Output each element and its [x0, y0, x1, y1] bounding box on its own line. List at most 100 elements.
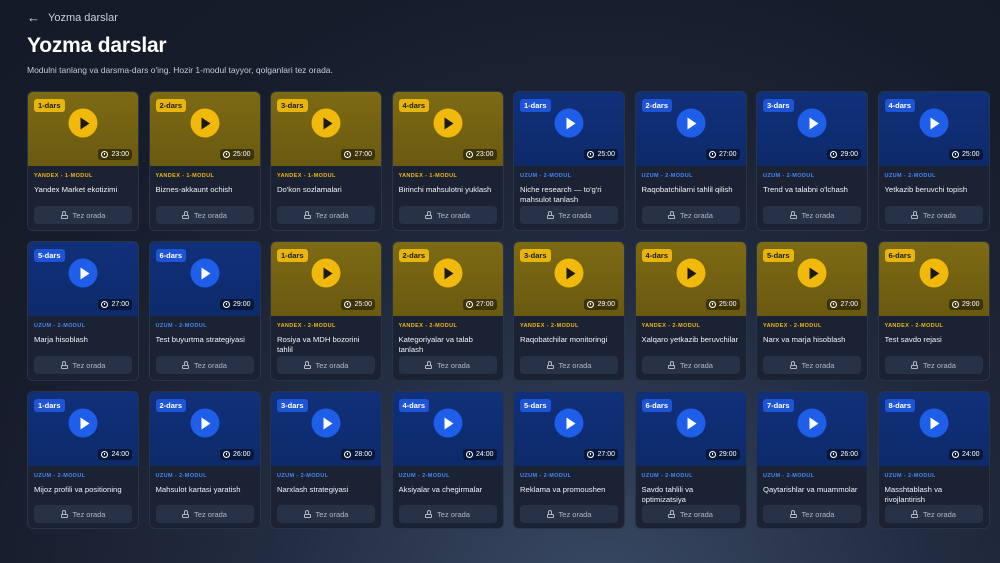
coming-soon-button[interactable]: Tez orada — [34, 505, 132, 523]
lesson-card[interactable]: 6-dars 29:00 UZUM - 2-MODUL Savdo tahlili v… — [634, 391, 747, 529]
play-button[interactable] — [919, 408, 948, 438]
duration-badge: 28:00 — [341, 449, 375, 460]
lesson-card[interactable]: 4-dars 25:00 UZUM - 2-MODUL Yetkazib beruvc… — [877, 91, 990, 231]
coming-soon-button[interactable]: Tez orada — [155, 356, 254, 374]
lesson-thumbnail[interactable]: 5-dars 27:00 — [28, 242, 138, 316]
coming-soon-button[interactable]: Tez orada — [520, 505, 618, 523]
coming-soon-button[interactable]: Tez orada — [520, 356, 618, 374]
play-button[interactable] — [676, 408, 705, 438]
play-button[interactable] — [919, 258, 948, 288]
lesson-thumbnail[interactable]: 3-dars 29:00 — [757, 92, 867, 166]
play-button[interactable] — [919, 108, 948, 138]
play-button[interactable] — [554, 258, 584, 288]
coming-soon-button[interactable]: Tez orada — [155, 206, 254, 224]
play-button[interactable] — [433, 408, 462, 438]
coming-soon-button[interactable]: Tez orada — [277, 505, 375, 523]
lesson-card[interactable]: 1-dars 25:00 YANDEX - 2-MODUL Rosiya va MDH… — [270, 241, 382, 381]
coming-soon-button[interactable]: Tez orada — [763, 206, 861, 224]
lesson-card[interactable]: 2-dars 27:00 UZUM - 2-MODUL Raqobatchilarni… — [634, 91, 747, 231]
play-button[interactable] — [190, 108, 219, 138]
lesson-card[interactable]: 3-dars 27:00 YANDEX - 1-MODUL Do'kon sozlam… — [270, 91, 382, 231]
coming-soon-button[interactable]: Tez orada — [277, 356, 375, 374]
play-button[interactable] — [311, 108, 341, 138]
play-button[interactable] — [433, 258, 462, 288]
lesson-thumbnail[interactable]: 2-dars 25:00 — [149, 92, 260, 166]
coming-soon-button[interactable]: Tez orada — [520, 206, 618, 224]
lesson-thumbnail[interactable]: 2-dars 27:00 — [392, 242, 503, 316]
coming-soon-button[interactable]: Tez orada — [155, 505, 254, 523]
lesson-thumbnail[interactable]: 2-dars 27:00 — [635, 92, 746, 166]
coming-soon-button[interactable]: Tez orada — [277, 206, 375, 224]
lesson-thumbnail[interactable]: 6-dars 29:00 — [878, 242, 989, 316]
duration-badge: 24:00 — [462, 449, 497, 460]
lesson-card[interactable]: 5-dars 27:00 YANDEX - 2-MODUL Narx va marja… — [756, 241, 868, 381]
lesson-card[interactable]: 1-dars 23:00 YANDEX - 1-MODUL Yandex Market… — [27, 91, 139, 231]
lesson-card[interactable]: 3-dars 29:00 UZUM - 2-MODUL Trend va talabn… — [756, 91, 868, 231]
play-button[interactable] — [797, 258, 827, 288]
play-button[interactable] — [68, 108, 98, 138]
lesson-card[interactable]: 2-dars 26:00 UZUM - 2-MODUL Mahsulot kartas… — [148, 391, 261, 529]
lesson-card[interactable]: 4-dars 24:00 UZUM - 2-MODUL Aksiyalar va ch… — [391, 391, 504, 529]
play-button[interactable] — [190, 258, 219, 288]
play-button[interactable] — [190, 408, 219, 438]
coming-soon-button[interactable]: Tez orada — [763, 356, 861, 374]
lesson-card[interactable]: 3-dars 29:00 YANDEX - 2-MODUL Raqobatchilar… — [513, 241, 625, 381]
play-button[interactable] — [68, 258, 98, 288]
coming-soon-button[interactable]: Tez orada — [398, 356, 497, 374]
play-button[interactable] — [68, 408, 98, 438]
play-button[interactable] — [311, 258, 341, 288]
lesson-card[interactable]: 4-dars 25:00 YANDEX - 2-MODUL Xalqaro yetka… — [634, 241, 747, 381]
lesson-card[interactable]: 2-dars 27:00 YANDEX - 2-MODUL Kategoriyalar… — [391, 241, 504, 381]
play-button[interactable] — [676, 258, 705, 288]
coming-soon-button[interactable]: Tez orada — [884, 356, 983, 374]
lesson-thumbnail[interactable]: 1-dars 25:00 — [271, 242, 381, 316]
play-button[interactable] — [311, 408, 341, 438]
lesson-thumbnail[interactable]: 7-dars 26:00 — [757, 392, 867, 466]
lesson-card[interactable]: 8-dars 24:00 UZUM - 2-MODUL Masshtablash va… — [877, 391, 990, 529]
lesson-thumbnail[interactable]: 6-dars 29:00 — [635, 392, 746, 466]
lesson-thumbnail[interactable]: 5-dars 27:00 — [514, 392, 624, 466]
back-link[interactable]: ← Yozma darslar — [27, 11, 118, 24]
coming-soon-button[interactable]: Tez orada — [641, 206, 740, 224]
lesson-thumbnail[interactable]: 1-dars 24:00 — [28, 392, 138, 466]
coming-soon-button[interactable]: Tez orada — [884, 206, 983, 224]
coming-soon-button[interactable]: Tez orada — [763, 505, 861, 523]
lesson-card[interactable]: 2-dars 25:00 YANDEX - 1-MODUL Biznes-akkaun… — [148, 91, 261, 231]
lesson-thumbnail[interactable]: 4-dars 24:00 — [392, 392, 503, 466]
coming-soon-button[interactable]: Tez orada — [884, 505, 983, 523]
coming-soon-button[interactable]: Tez orada — [641, 356, 740, 374]
lesson-thumbnail[interactable]: 4-dars 23:00 — [392, 92, 503, 166]
lesson-card[interactable]: 5-dars 27:00 UZUM - 2-MODUL Marja hisoblash… — [27, 241, 139, 381]
coming-soon-button[interactable]: Tez orada — [398, 505, 497, 523]
lesson-thumbnail[interactable]: 1-dars 23:00 — [28, 92, 138, 166]
coming-soon-button[interactable]: Tez orada — [34, 206, 132, 224]
lesson-thumbnail[interactable]: 1-dars 25:00 — [514, 92, 624, 166]
lesson-card[interactable]: 5-dars 27:00 UZUM - 2-MODUL Reklama va prom… — [513, 391, 625, 529]
coming-soon-button[interactable]: Tez orada — [34, 356, 132, 374]
lesson-thumbnail[interactable]: 5-dars 27:00 — [757, 242, 867, 316]
play-button[interactable] — [676, 108, 705, 138]
lesson-card-body: YANDEX - 2-MODUL Kategoriyalar va talab t… — [393, 316, 503, 380]
lesson-card[interactable]: 1-dars 24:00 UZUM - 2-MODUL Mijoz profili v… — [27, 391, 139, 529]
play-button[interactable] — [797, 408, 827, 438]
lesson-thumbnail[interactable]: 3-dars 29:00 — [514, 242, 624, 316]
lesson-card[interactable]: 3-dars 28:00 UZUM - 2-MODUL Narxlash strate… — [270, 391, 382, 529]
lesson-thumbnail[interactable]: 4-dars 25:00 — [878, 92, 989, 166]
lesson-card[interactable]: 6-dars 29:00 YANDEX - 2-MODUL Test savdo re… — [877, 241, 990, 381]
play-button[interactable] — [554, 408, 584, 438]
lesson-card[interactable]: 4-dars 23:00 YANDEX - 1-MODUL Birinchi mahs… — [391, 91, 504, 231]
lesson-thumbnail[interactable]: 6-dars 29:00 — [149, 242, 260, 316]
lesson-thumbnail[interactable]: 3-dars 28:00 — [271, 392, 381, 466]
play-button[interactable] — [797, 108, 827, 138]
lesson-card[interactable]: 7-dars 26:00 UZUM - 2-MODUL Qaytarishlar va… — [756, 391, 868, 529]
lesson-card[interactable]: 1-dars 25:00 UZUM - 2-MODUL Niche research … — [513, 91, 625, 231]
lesson-thumbnail[interactable]: 4-dars 25:00 — [635, 242, 746, 316]
lesson-thumbnail[interactable]: 8-dars 24:00 — [878, 392, 989, 466]
coming-soon-button[interactable]: Tez orada — [398, 206, 497, 224]
lesson-thumbnail[interactable]: 3-dars 27:00 — [271, 92, 381, 166]
coming-soon-button[interactable]: Tez orada — [641, 505, 740, 523]
lesson-thumbnail[interactable]: 2-dars 26:00 — [149, 392, 260, 466]
lesson-card[interactable]: 6-dars 29:00 UZUM - 2-MODUL Test buyurtma s… — [148, 241, 261, 381]
play-button[interactable] — [433, 108, 462, 138]
play-button[interactable] — [554, 108, 584, 138]
